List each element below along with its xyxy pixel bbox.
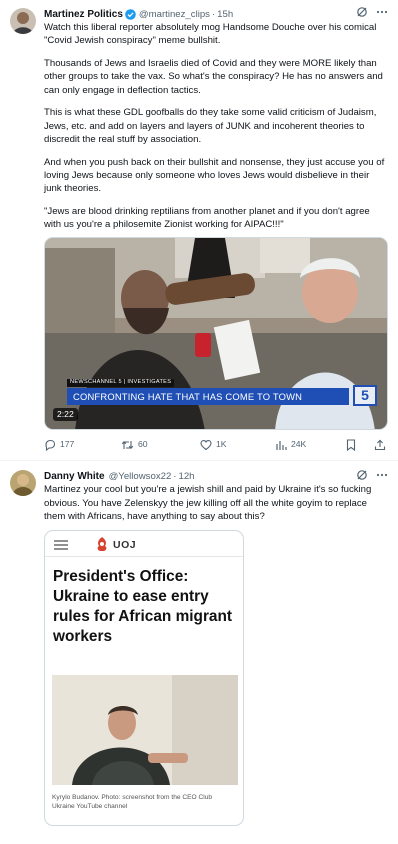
article-header: UOJ bbox=[45, 531, 243, 558]
station-badge-icon: 5 bbox=[353, 385, 377, 407]
share-icon bbox=[374, 440, 386, 451]
tweet-martinez[interactable]: Martinez Politics @martinez_clips · 15h … bbox=[0, 0, 398, 462]
tweet-actions: 177 60 1K 24K bbox=[44, 430, 388, 460]
video-player[interactable]: NEWSCHANNEL 5 | INVESTIGATES CONFRONTING… bbox=[44, 237, 388, 431]
more-icon[interactable] bbox=[376, 6, 388, 22]
lower-third-kicker: NEWSCHANNEL 5 | INVESTIGATES bbox=[67, 379, 175, 388]
article-headline: President's Office: Ukraine to ease entr… bbox=[53, 568, 233, 646]
author-handle[interactable]: @Yellowsox22 bbox=[109, 470, 172, 483]
separator-dot: · bbox=[211, 8, 216, 20]
tweet-paragraph: Watch this liberal reporter absolutely m… bbox=[44, 22, 377, 47]
tweet-text: Martinez your cool but you're a jewish s… bbox=[44, 483, 388, 523]
tweet-paragraph: And when you push back on their bullshit… bbox=[44, 156, 385, 195]
video-duration: 2:22 bbox=[53, 407, 78, 422]
tweet-paragraph: Thousands of Jews and Israelis died of C… bbox=[44, 58, 383, 96]
timestamp[interactable]: 12h bbox=[179, 470, 195, 483]
views-icon bbox=[276, 441, 287, 451]
photo-caption: Kyrylo Budanov. Photo: screenshot from t… bbox=[52, 794, 213, 811]
repost-button[interactable]: 60 bbox=[121, 439, 200, 451]
like-count: 1K bbox=[215, 439, 227, 450]
share-button[interactable] bbox=[374, 439, 386, 451]
uoj-emblem-icon bbox=[97, 537, 107, 552]
tweet-paragraph: Martinez your cool but you're a jewish s… bbox=[44, 484, 372, 522]
reply-button[interactable]: 177 bbox=[44, 439, 121, 452]
attached-image[interactable]: UOJ President's Office: Ukraine to ease … bbox=[44, 530, 244, 827]
reply-count: 177 bbox=[60, 439, 75, 450]
bookmark-button[interactable] bbox=[346, 439, 356, 452]
repost-icon bbox=[121, 441, 134, 450]
tweet-header: Danny White @Yellowsox22 · 12h bbox=[44, 470, 388, 483]
more-icon[interactable] bbox=[376, 469, 388, 485]
reply-icon bbox=[45, 440, 56, 452]
article-photo bbox=[52, 675, 238, 786]
author-name[interactable]: Danny White bbox=[44, 470, 105, 484]
site-logo: UOJ bbox=[113, 539, 137, 552]
tweet-text: Watch this liberal reporter absolutely m… bbox=[44, 21, 388, 231]
avatar[interactable] bbox=[10, 470, 36, 497]
author-handle[interactable]: @martinez_clips bbox=[139, 8, 210, 21]
hamburger-menu-icon bbox=[54, 540, 68, 550]
timestamp[interactable]: 15h bbox=[217, 8, 233, 21]
like-button[interactable]: 1K bbox=[200, 439, 275, 451]
tweet-header: Martinez Politics @martinez_clips · 15h bbox=[44, 6, 388, 22]
repost-count: 60 bbox=[137, 439, 148, 450]
tweet-paragraph: "Jews are blood drinking reptilians from… bbox=[44, 205, 370, 231]
like-icon bbox=[200, 440, 212, 451]
views-button[interactable]: 24K bbox=[275, 439, 346, 451]
tweet-danny-white[interactable]: Danny White @Yellowsox22 · 12h Martinez … bbox=[0, 461, 398, 827]
tweet-paragraph: This is what these GDL goofballs do they… bbox=[44, 107, 377, 145]
lower-third-headline: CONFRONTING HATE THAT HAS COME TO TOWN bbox=[67, 388, 349, 406]
author-name[interactable]: Martinez Politics bbox=[44, 8, 123, 22]
separator-dot: · bbox=[173, 471, 177, 483]
views-count: 24K bbox=[290, 439, 307, 450]
avatar[interactable] bbox=[10, 8, 36, 34]
lower-third: NEWSCHANNEL 5 | INVESTIGATES CONFRONTING… bbox=[45, 377, 387, 407]
bookmark-icon bbox=[346, 439, 356, 452]
verified-badge-icon bbox=[125, 9, 136, 20]
